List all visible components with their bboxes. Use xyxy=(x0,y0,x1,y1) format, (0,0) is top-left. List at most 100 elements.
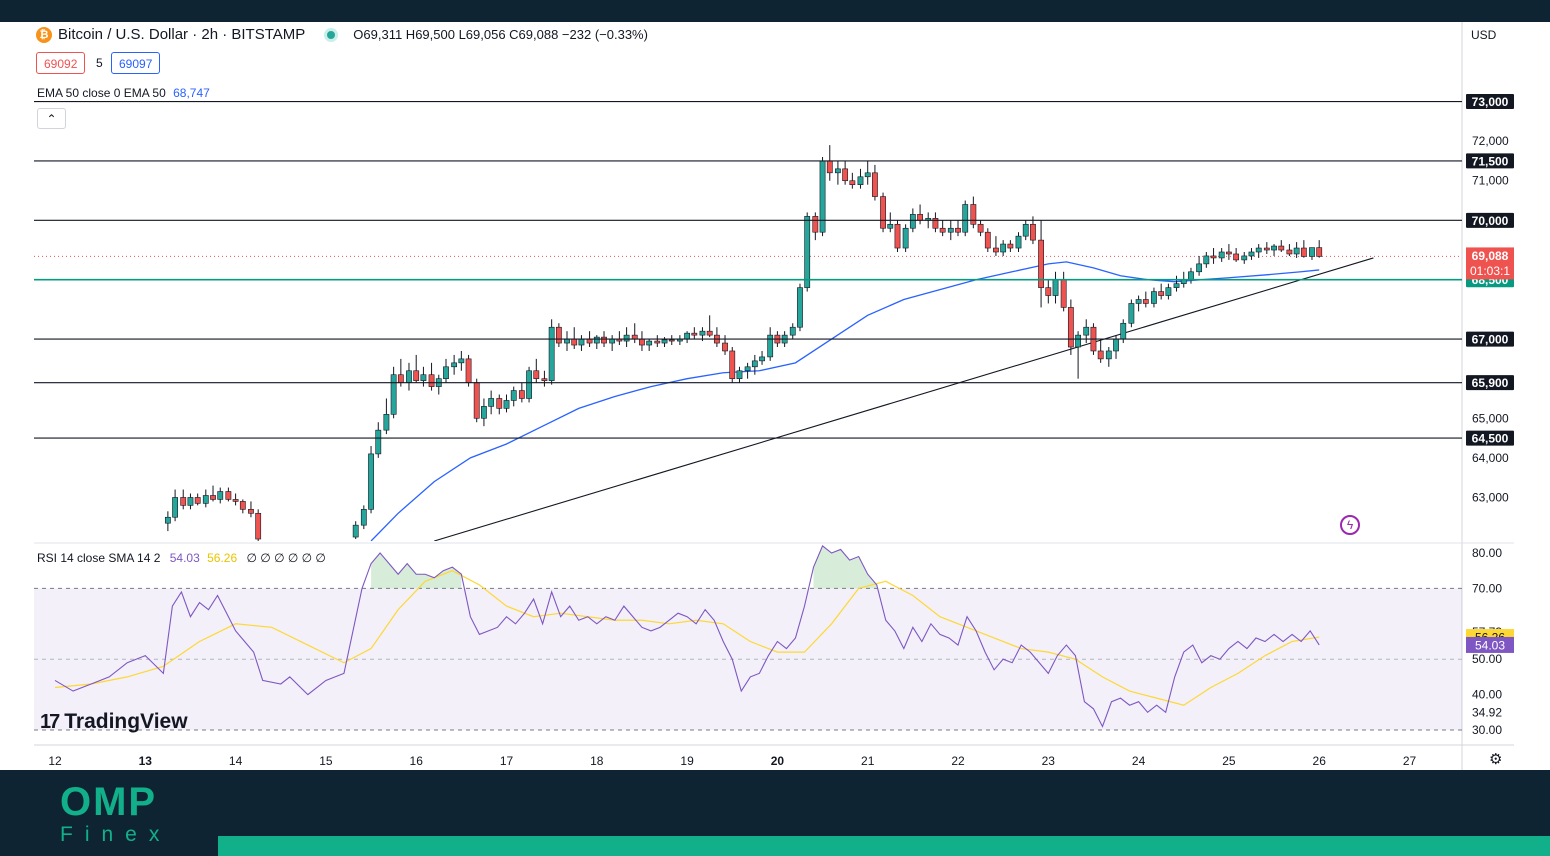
last-price-label: 69,088 xyxy=(1472,249,1509,263)
candle-body xyxy=(661,339,668,344)
x-tick-label: 18 xyxy=(590,754,604,768)
candle-body xyxy=(993,247,999,253)
candle-body xyxy=(631,334,638,340)
rsi-pane xyxy=(34,545,1462,731)
rsi-tick-label: 70.00 xyxy=(1472,581,1502,595)
candle-body xyxy=(555,326,562,344)
candle-body xyxy=(1142,299,1149,304)
rsi-marker-label: 34.92 xyxy=(1472,706,1502,720)
level-label: 65,900 xyxy=(1472,376,1509,390)
candle-body xyxy=(1309,247,1315,257)
candle-body xyxy=(202,495,209,504)
candle-body xyxy=(1022,223,1029,237)
candle-body xyxy=(210,495,216,500)
rsi-label: 54.03 xyxy=(1475,638,1505,652)
candle-body xyxy=(1271,245,1277,251)
candle-body xyxy=(1218,251,1225,259)
candle-body xyxy=(826,160,833,174)
rsi-tick-label: 50.00 xyxy=(1472,652,1502,666)
rsi-legend[interactable]: RSI 14 close SMA 14 2 54.03 56.26 ∅ ∅ ∅ … xyxy=(37,551,326,565)
candle-body xyxy=(473,382,480,419)
sell-button[interactable]: 69092 xyxy=(36,52,86,74)
candle-body xyxy=(571,338,578,346)
candle-body xyxy=(842,168,849,182)
ema-label: EMA 50 close 0 EMA 50 xyxy=(37,86,166,100)
brand-name: OMP xyxy=(60,780,158,824)
x-tick-label: 14 xyxy=(229,754,243,768)
x-tick-label: 21 xyxy=(861,754,875,768)
candle-body xyxy=(1060,279,1067,308)
candle-body xyxy=(1151,291,1157,304)
candle-body xyxy=(413,370,420,381)
candle-body xyxy=(465,358,472,383)
candle-body xyxy=(428,374,435,387)
candle-body xyxy=(947,227,954,233)
ema-legend[interactable]: EMA 50 close 0 EMA 50 68,747 xyxy=(37,86,216,100)
candle-body xyxy=(180,497,187,506)
level-label: 64,500 xyxy=(1472,432,1509,446)
candle-body xyxy=(902,227,909,249)
symbol-title[interactable]: Bitcoin / U.S. Dollar · 2h · BITSTAMP xyxy=(58,26,305,43)
x-tick-label: 25 xyxy=(1222,754,1236,768)
x-tick-label: 15 xyxy=(319,754,333,768)
candle-body xyxy=(397,374,404,383)
candle-body xyxy=(872,172,878,197)
buy-button[interactable]: 69097 xyxy=(111,52,161,74)
x-tick-label: 16 xyxy=(410,754,424,768)
candle-body xyxy=(751,360,758,368)
rsi-tick-label: 30.00 xyxy=(1472,723,1502,737)
candle-body xyxy=(488,398,495,407)
candle-body xyxy=(1173,283,1180,288)
candle-body xyxy=(684,332,690,340)
candle-body xyxy=(1188,271,1194,281)
candle-body xyxy=(1233,253,1240,261)
brand-sub: Finex xyxy=(60,823,172,846)
candle-body xyxy=(1007,243,1014,249)
candle-body xyxy=(1113,338,1119,352)
y-tick-label: 71,000 xyxy=(1472,174,1509,188)
candle-body xyxy=(977,223,984,233)
candle-body xyxy=(744,366,751,372)
tradingview-logo-icon: 17 xyxy=(40,710,60,733)
candle-body xyxy=(835,168,841,174)
y-tick-label: 64,000 xyxy=(1472,451,1509,465)
candle-body xyxy=(564,338,570,344)
candle-body xyxy=(962,204,969,233)
lightning-icon[interactable]: ϟ xyxy=(1340,515,1360,535)
candle-body xyxy=(736,370,743,379)
candle-body xyxy=(420,374,427,381)
rsi-sma-value: 56.26 xyxy=(207,551,238,565)
candle-body xyxy=(255,512,262,540)
candle-body xyxy=(1030,223,1036,241)
rsi-tick-label: 40.00 xyxy=(1472,688,1502,702)
gear-icon[interactable]: ⚙ xyxy=(1489,750,1502,768)
candle-body xyxy=(623,334,630,342)
candle-body xyxy=(239,501,246,510)
candle-body xyxy=(1000,243,1007,253)
candle-body xyxy=(1248,251,1255,257)
candle-body xyxy=(984,231,991,249)
candle-body xyxy=(548,326,555,381)
collapse-legend-button[interactable]: ⌃ xyxy=(37,108,66,129)
candle-body xyxy=(955,227,961,233)
candle-body xyxy=(812,216,819,233)
tradingview-logo[interactable]: 17 TradingView xyxy=(40,710,188,734)
candle-body xyxy=(609,338,616,344)
candle-body xyxy=(1241,255,1248,261)
candle-body xyxy=(375,429,382,455)
x-tick-label: 26 xyxy=(1313,754,1327,768)
x-tick-label: 12 xyxy=(48,754,62,768)
candle-body xyxy=(1255,247,1262,253)
x-tick-label: 24 xyxy=(1132,754,1146,768)
candle-body xyxy=(1105,350,1112,360)
symbol-header: ₿ Bitcoin / U.S. Dollar · 2h · BITSTAMP … xyxy=(36,26,648,43)
level-label: 67,000 xyxy=(1472,333,1509,347)
market-open-icon xyxy=(327,30,336,39)
candle-body xyxy=(1203,255,1210,265)
candle-body xyxy=(225,491,232,500)
x-tick-label: 17 xyxy=(500,754,514,768)
candle-body xyxy=(503,400,510,409)
currency-label[interactable]: USD xyxy=(1471,28,1496,42)
tradingview-logo-text: TradingView xyxy=(64,710,188,733)
x-tick-label: 19 xyxy=(680,754,694,768)
